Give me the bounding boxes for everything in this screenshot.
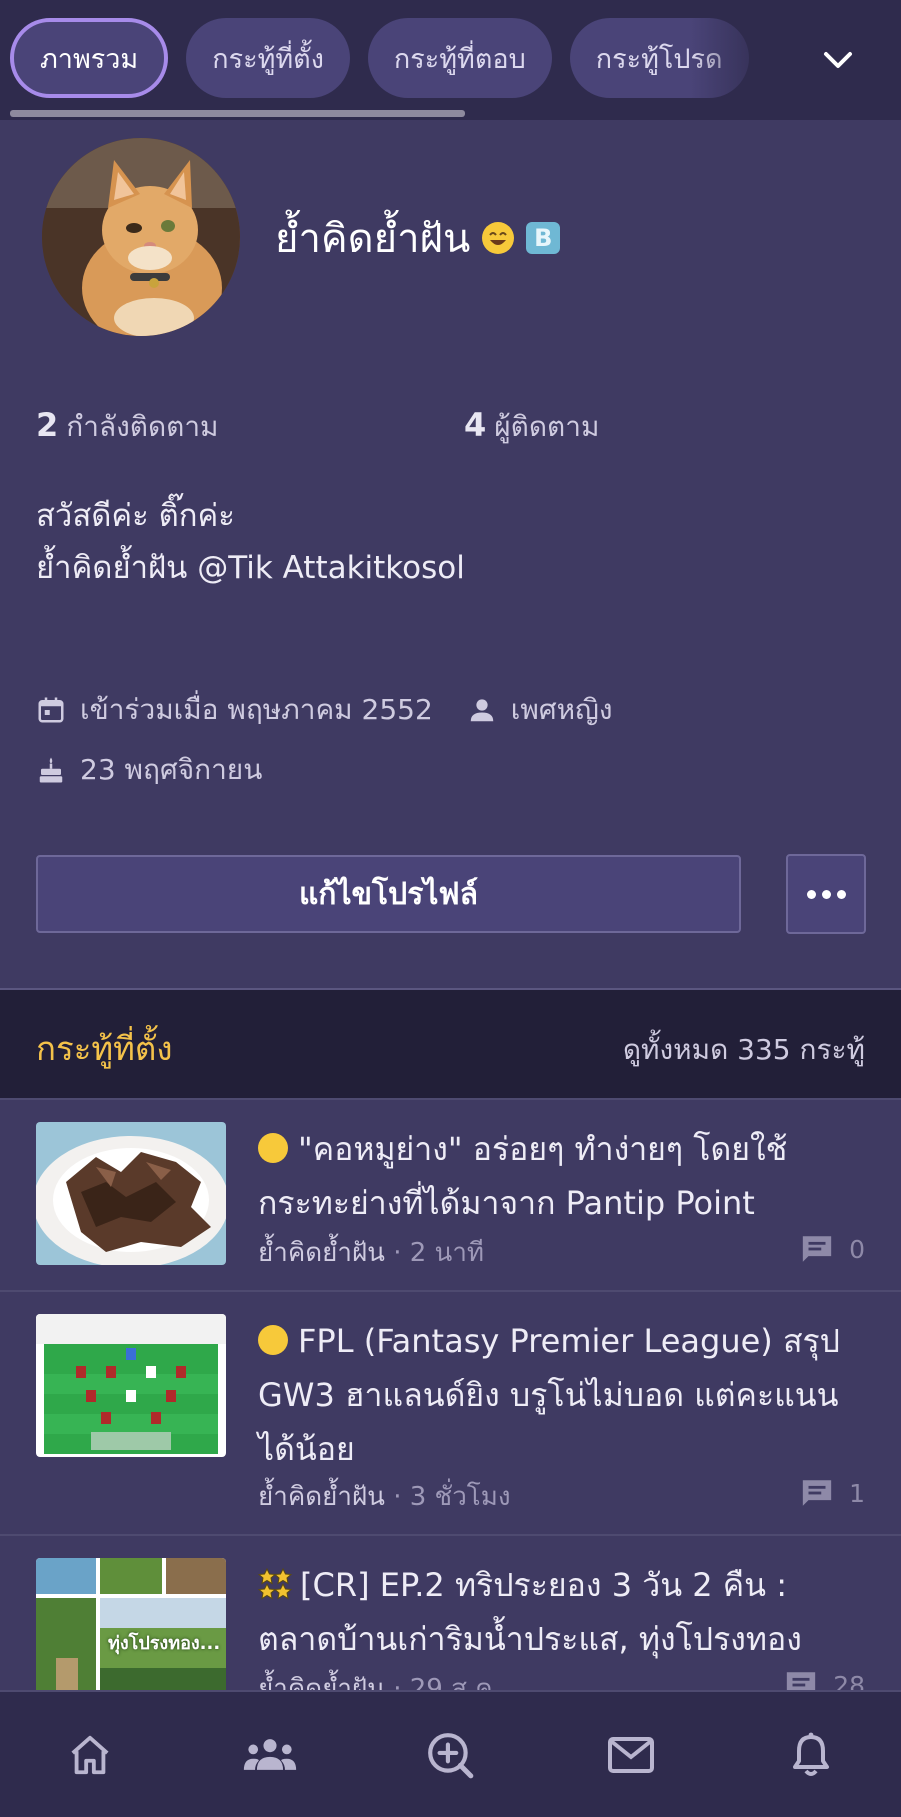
add-topic-icon — [428, 1732, 474, 1778]
following-label: กำลังติดตาม — [66, 410, 219, 443]
tabs-expand-button[interactable] — [808, 30, 868, 90]
trip-collage-image — [36, 1558, 226, 1690]
comment-icon — [802, 1480, 832, 1506]
nav-community[interactable] — [225, 1710, 315, 1800]
birthday-text: 23 พฤศจิกายน — [80, 753, 263, 786]
topic-comments: 0 — [799, 1232, 865, 1266]
comment-count: 28 — [833, 1670, 865, 1691]
member-badge: B — [526, 222, 561, 254]
smile-emoji-icon — [482, 222, 515, 254]
avatar[interactable] — [42, 138, 240, 336]
meta-row-1: เข้าร่วมเมื่อ พฤษภาคม 2552 เพศหญิง — [36, 680, 876, 740]
comment-count: 1 — [849, 1478, 865, 1508]
tab-scroll-indicator — [10, 110, 465, 117]
topic-title[interactable]: [CR] EP.2 ทริประยอง 3 วัน 2 คืน : ตลาดบ้… — [257, 1558, 865, 1666]
cake-icon — [39, 757, 63, 783]
topic-time: · 29 ส.ค. — [393, 1674, 501, 1690]
section-title: กระทู้ที่ตั้ง — [36, 1029, 173, 1068]
people-icon — [244, 1738, 297, 1770]
tab-my-topics[interactable]: กระทู้ที่ตั้ง — [186, 18, 350, 98]
topic-author[interactable]: ย้ำคิดย้ำฝัน — [258, 1482, 385, 1512]
topic-item[interactable]: "คอหมูย่าง" อร่อยๆ ทำง่ายๆ โดยใช้กระทะย่… — [0, 1100, 901, 1292]
topic-meta: ย้ำคิดย้ำฝัน · 3 ชั่วโมง — [258, 1476, 511, 1517]
more-options-button[interactable] — [786, 854, 866, 934]
my-topics-header: กระทู้ที่ตั้ง ดูทั้งหมด 335 กระทู้ — [0, 988, 901, 1098]
calendar-icon — [38, 697, 64, 723]
topic-thumbnail: ทุ่งโปรงทอง... — [36, 1558, 226, 1690]
following-stat[interactable]: 2 กำลังติดตาม — [36, 405, 219, 449]
topic-thumbnail — [36, 1122, 226, 1265]
thumbnail-caption: ทุ่งโปรงทอง... — [108, 1633, 221, 1654]
more-dots-icon — [806, 889, 816, 899]
topic-item[interactable]: FPL (Fantasy Premier League) สรุป GW3 ฮา… — [0, 1292, 901, 1536]
home-icon — [71, 1735, 109, 1774]
topic-time: · 2 นาที — [393, 1238, 485, 1268]
tab-fade-overlay — [690, 10, 800, 110]
topic-author[interactable]: ย้ำคิดย้ำฝัน — [258, 1238, 385, 1268]
tab-overview[interactable]: ภาพรวม — [10, 18, 169, 98]
chevron-down-icon — [824, 52, 852, 68]
person-icon — [470, 699, 494, 722]
gender-text: เพศหญิง — [510, 693, 613, 726]
profile-name: ย้ำคิดย้ำฝัน — [275, 216, 471, 262]
topic-thumbnail — [36, 1314, 226, 1457]
topic-list: "คอหมูย่าง" อร่อยๆ ทำง่ายๆ โดยใช้กระทะย่… — [0, 1098, 901, 1690]
bio-line-2: ย้ำคิดย้ำฝัน @Tik Attakitkosol — [36, 550, 465, 586]
follow-stats: 2 กำลังติดตาม 4 ผู้ติดตาม — [36, 405, 896, 455]
profile-meta: เข้าร่วมเมื่อ พฤษภาคม 2552 เพศหญิง 23 พฤ… — [36, 680, 876, 800]
tabs-row: ภาพรวม กระทู้ที่ตั้ง กระทู้ที่ตอบ กระทู้… — [10, 18, 790, 98]
nav-home[interactable] — [45, 1710, 135, 1800]
comment-icon — [802, 1236, 832, 1262]
topic-comments: 28 — [783, 1668, 865, 1690]
topic-item[interactable]: ทุ่งโปรงทอง... [CR] EP.2 ทริประยอง 3 วัน… — [0, 1536, 901, 1690]
followers-stat[interactable]: 4 ผู้ติดตาม — [464, 405, 599, 449]
joined-info: เข้าร่วมเมื่อ พฤษภาคม 2552 — [36, 688, 433, 732]
profile-name-row: ย้ำคิดย้ำฝัน B — [275, 206, 561, 270]
bell-icon — [792, 1732, 829, 1776]
comment-icon — [787, 1672, 816, 1690]
nav-messages[interactable] — [586, 1710, 676, 1800]
followers-label: ผู้ติดตาม — [494, 410, 600, 443]
joined-text: เข้าร่วมเมื่อ พฤษภาคม 2552 — [80, 693, 433, 726]
fpl-lineup-image — [36, 1314, 226, 1457]
meta-row-2: 23 พฤศจิกายน — [36, 740, 876, 800]
topic-meta: ย้ำคิดย้ำฝัน · 29 ส.ค. — [258, 1668, 501, 1690]
tab-bar: ภาพรวม กระทู้ที่ตั้ง กระทู้ที่ตอบ กระทู้… — [0, 0, 901, 120]
following-count: 2 — [36, 406, 59, 444]
nav-new-topic[interactable] — [405, 1710, 495, 1800]
birthday-info: 23 พฤศจิกายน — [36, 748, 262, 792]
stars-icon — [257, 1567, 293, 1600]
smile-emoji-icon — [258, 1133, 288, 1163]
cat-avatar-image — [42, 138, 240, 336]
topic-time: · 3 ชั่วโมง — [393, 1482, 511, 1512]
topic-title[interactable]: FPL (Fantasy Premier League) สรุป GW3 ฮา… — [258, 1314, 865, 1476]
profile-section: ย้ำคิดย้ำฝัน B 2 กำลังติดตาม 4 ผู้ติดตาม ส… — [0, 120, 901, 988]
topic-comments: 1 — [799, 1476, 865, 1510]
comment-count: 0 — [849, 1234, 865, 1264]
topic-author[interactable]: ย้ำคิดย้ำฝัน — [258, 1674, 385, 1690]
topic-meta: ย้ำคิดย้ำฝัน · 2 นาที — [258, 1232, 484, 1273]
edit-profile-button[interactable]: แก้ไขโปรไฟล์ — [36, 855, 741, 933]
followers-count: 4 — [464, 406, 487, 444]
nav-notifications[interactable] — [766, 1710, 856, 1800]
bottom-navigation — [0, 1690, 901, 1817]
grilled-pork-image — [36, 1122, 226, 1265]
mail-icon — [607, 1736, 654, 1773]
profile-bio: สวัสดีค่ะ ติ๊กค่ะ ย้ำคิดย้ำฝัน @Tik Atta… — [36, 490, 465, 594]
gender-info: เพศหญิง — [467, 688, 613, 732]
view-all-topics-link[interactable]: ดูทั้งหมด 335 กระทู้ — [623, 1028, 865, 1072]
topic-title[interactable]: "คอหมูย่าง" อร่อยๆ ทำง่ายๆ โดยใช้กระทะย่… — [258, 1122, 865, 1230]
bio-line-1: สวัสดีค่ะ ติ๊กค่ะ — [36, 498, 235, 534]
smile-emoji-icon — [258, 1325, 288, 1355]
tab-replied-topics[interactable]: กระทู้ที่ตอบ — [367, 18, 552, 98]
